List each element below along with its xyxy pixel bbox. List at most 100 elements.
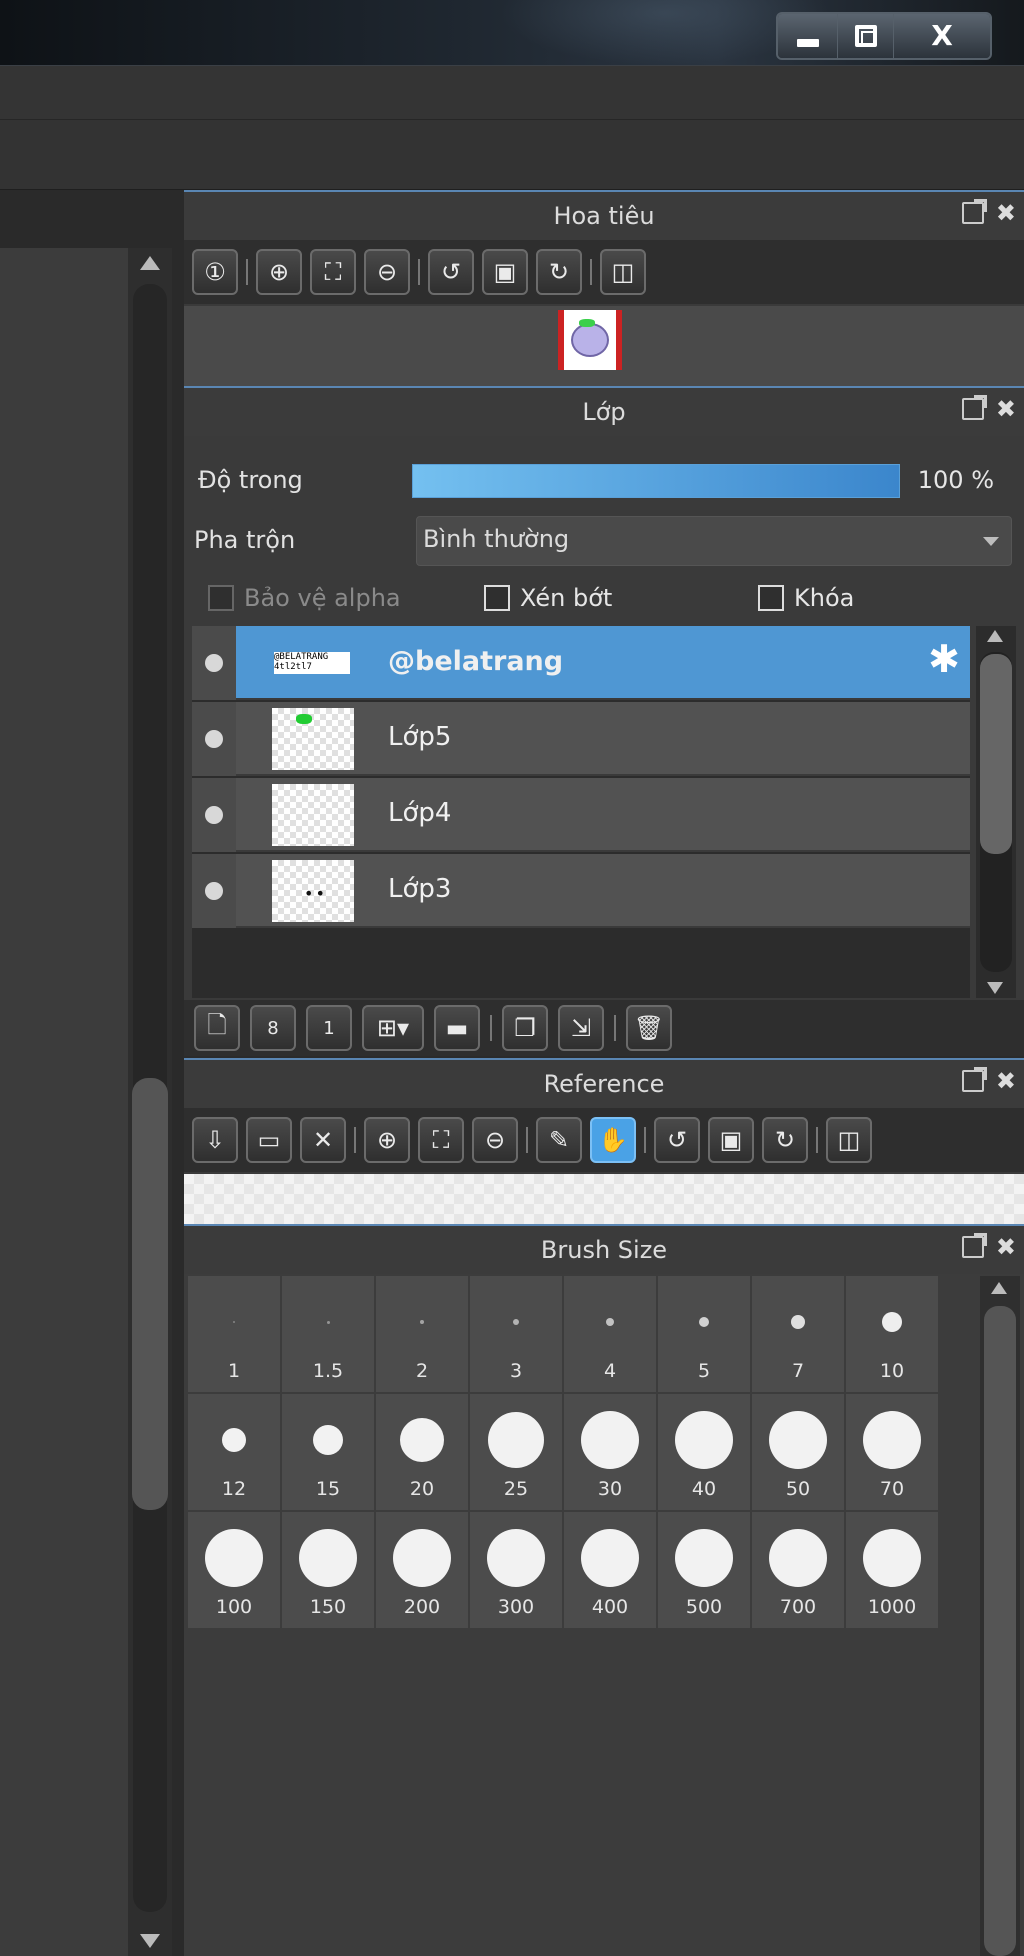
rotate-left-icon[interactable]: ↺ [428, 249, 474, 295]
canvas-vertical-scrollbar[interactable] [128, 248, 172, 1956]
zoom-in-icon[interactable]: ⊕ [364, 1117, 410, 1163]
brush-size-item[interactable]: 7 [752, 1276, 844, 1392]
open-folder-icon[interactable]: ▭ [246, 1117, 292, 1163]
popout-icon[interactable] [961, 1067, 987, 1092]
visibility-toggle[interactable] [192, 854, 236, 928]
brush-size-item[interactable]: 1.5 [282, 1276, 374, 1392]
brush-size-item[interactable]: 40 [658, 1394, 750, 1510]
flip-horizontal-icon[interactable]: ◫ [826, 1117, 872, 1163]
rotate-right-icon[interactable]: ↻ [762, 1117, 808, 1163]
brush-size-label: 30 [597, 1478, 623, 1500]
brush-size-item[interactable]: 700 [752, 1512, 844, 1628]
close-panel-icon[interactable]: ✖ [996, 397, 1016, 421]
layer-item[interactable]: Lớp5 [192, 702, 970, 776]
new-layer-icon[interactable]: 🗋 [194, 1005, 240, 1051]
blend-mode-select[interactable]: Bình thường [416, 516, 1012, 566]
scroll-track[interactable] [984, 1306, 1016, 1956]
brush-size-item[interactable]: 4 [564, 1276, 656, 1392]
watermark-thumbnail: @BELATRANG 4tl2tl7 [274, 652, 350, 674]
scroll-thumb[interactable] [980, 654, 1012, 854]
brush-size-item[interactable]: 400 [564, 1512, 656, 1628]
flip-horizontal-icon[interactable]: ◫ [600, 249, 646, 295]
brush-size-item[interactable]: 500 [658, 1512, 750, 1628]
close-panel-icon[interactable]: ✖ [996, 1069, 1016, 1093]
add-layer-menu-icon[interactable]: ⊞▾ [362, 1005, 424, 1051]
close-icon[interactable]: ✕ [300, 1117, 346, 1163]
popout-icon[interactable] [961, 199, 987, 224]
trash-icon[interactable]: 🗑 [626, 1005, 672, 1051]
reset-rotation-icon[interactable]: ▣ [482, 249, 528, 295]
popout-icon[interactable] [961, 1233, 987, 1258]
scroll-thumb[interactable] [132, 1078, 168, 1510]
scroll-up-arrow[interactable] [140, 256, 160, 270]
layer-item[interactable]: Lớp4 [192, 778, 970, 852]
brush-size-item[interactable]: 10 [846, 1276, 938, 1392]
close-panel-icon[interactable]: ✖ [996, 201, 1016, 225]
brush-size-item[interactable]: 150 [282, 1512, 374, 1628]
brush-size-item[interactable]: 300 [470, 1512, 562, 1628]
brush-size-item[interactable]: 70 [846, 1394, 938, 1510]
opacity-slider[interactable] [412, 464, 900, 498]
scroll-down-arrow[interactable] [140, 1934, 160, 1948]
maximize-button[interactable] [838, 14, 894, 58]
close-icon: X [931, 19, 953, 52]
navigator-thumbnail [558, 310, 622, 370]
new-1bit-layer-icon[interactable]: 1 [306, 1005, 352, 1051]
popout-icon[interactable] [961, 395, 987, 420]
canvas-viewport[interactable] [0, 248, 128, 1956]
brush-size-label: 5 [697, 1360, 711, 1382]
rotate-left-icon[interactable]: ↺ [654, 1117, 700, 1163]
visibility-toggle[interactable] [192, 626, 236, 700]
brush-size-item[interactable]: 5 [658, 1276, 750, 1392]
brush-size-scrollbar[interactable] [980, 1276, 1020, 1956]
rotate-right-icon[interactable]: ↻ [536, 249, 582, 295]
brush-size-item[interactable]: 15 [282, 1394, 374, 1510]
zoom-out-icon[interactable]: ⊖ [364, 249, 410, 295]
zoom-in-icon[interactable]: ⊕ [256, 249, 302, 295]
scroll-up-arrow[interactable] [987, 630, 1003, 642]
close-panel-icon[interactable]: ✖ [996, 1235, 1016, 1259]
layer-item[interactable]: •• Lớp3 [192, 854, 970, 928]
minimize-button[interactable] [778, 14, 838, 58]
layer-list-scrollbar[interactable] [976, 626, 1016, 998]
new-8bit-layer-icon[interactable]: 8 [250, 1005, 296, 1051]
brush-size-item[interactable]: 50 [752, 1394, 844, 1510]
brush-size-item[interactable]: 1 [188, 1276, 280, 1392]
clipping-checkbox[interactable]: Xén bớt [484, 584, 612, 612]
close-window-button[interactable]: X [894, 14, 990, 58]
brush-size-item[interactable]: 200 [376, 1512, 468, 1628]
brush-size-item[interactable]: 2 [376, 1276, 468, 1392]
import-cloud-icon[interactable]: ⇩ [192, 1117, 238, 1163]
merge-down-icon[interactable]: ⇲ [558, 1005, 604, 1051]
eyedropper-icon[interactable]: ✎ [536, 1117, 582, 1163]
reset-rotation-icon[interactable]: ▣ [708, 1117, 754, 1163]
brush-size-item[interactable]: 30 [564, 1394, 656, 1510]
reference-toolbar: ⇩ ▭ ✕ ⊕ ⛶ ⊖ ✎ ✋ ↺ ▣ ↻ ◫ [184, 1108, 1024, 1172]
brush-size-item[interactable]: 20 [376, 1394, 468, 1510]
canvas-area [0, 190, 184, 1956]
zoom-out-icon[interactable]: ⊖ [472, 1117, 518, 1163]
brush-size-item[interactable]: 12 [188, 1394, 280, 1510]
visibility-toggle[interactable] [192, 702, 236, 776]
scroll-down-arrow[interactable] [987, 982, 1003, 994]
scroll-up-arrow[interactable] [991, 1282, 1007, 1294]
brush-size-item[interactable]: 1000 [846, 1512, 938, 1628]
navigator-preview[interactable] [184, 306, 1024, 386]
brush-size-item[interactable]: 3 [470, 1276, 562, 1392]
brush-size-label: 500 [685, 1596, 723, 1618]
fit-screen-icon[interactable]: ⛶ [310, 249, 356, 295]
folder-icon[interactable]: ▬ [434, 1005, 480, 1051]
brush-size-item[interactable]: 25 [470, 1394, 562, 1510]
brush-size-item[interactable]: 100 [188, 1512, 280, 1628]
brush-dot-icon [326, 1320, 330, 1324]
fit-screen-icon[interactable]: ⛶ [418, 1117, 464, 1163]
actual-size-icon[interactable]: ① [192, 249, 238, 295]
visibility-toggle[interactable] [192, 778, 236, 852]
duplicate-layer-icon[interactable]: ❐ [502, 1005, 548, 1051]
hand-icon[interactable]: ✋ [590, 1117, 636, 1163]
window-controls: X [776, 12, 992, 60]
gear-icon[interactable]: ✱ [928, 640, 960, 678]
protect-alpha-checkbox[interactable]: Bảo vệ alpha [208, 584, 401, 612]
lock-checkbox[interactable]: Khóa [758, 584, 854, 612]
layer-item[interactable]: @BELATRANG 4tl2tl7 @belatrang ✱ [192, 626, 970, 700]
